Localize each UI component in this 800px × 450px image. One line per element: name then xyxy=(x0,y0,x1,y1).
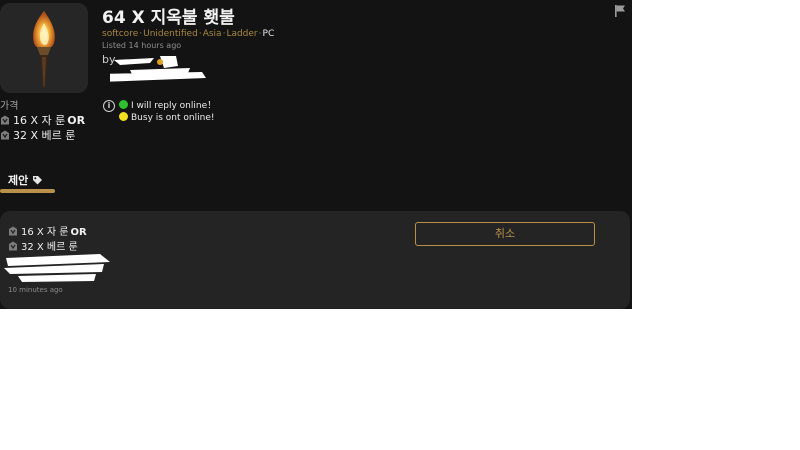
tab-offers-label: 제안 xyxy=(8,174,29,187)
tag-quality[interactable]: Unidentified xyxy=(143,29,198,39)
listing-title: 64 X 지옥불 횃불 xyxy=(102,8,235,28)
torch-item-image xyxy=(33,11,55,89)
rune-icon xyxy=(9,241,17,251)
flag-icon[interactable] xyxy=(613,4,627,18)
rune-icon xyxy=(1,130,9,140)
tag-ladder[interactable]: Ladder xyxy=(226,29,257,39)
tab-offers[interactable]: 제안 xyxy=(8,172,43,188)
price-tag-icon xyxy=(33,176,43,185)
offer-line: 32 X 베르 룬 xyxy=(8,238,78,253)
note-online-text: I will reply online！ xyxy=(131,101,217,111)
price-line: 32 X 베르 룬 xyxy=(0,127,75,143)
price-label: 가격 xyxy=(0,101,19,112)
note-online: I will reply online！ xyxy=(119,98,216,111)
listing-panel: 64 X 지옥불 횃불 softcore·Unidentified·Asia·L… xyxy=(0,0,632,309)
tag-mode[interactable]: softcore xyxy=(102,29,138,39)
seller-status-dot xyxy=(157,59,163,65)
tag-region[interactable]: Asia xyxy=(203,29,222,39)
item-thumbnail[interactable] xyxy=(0,3,88,93)
offer-line-text: 16 X 자 룬 xyxy=(21,227,69,238)
note-busy-text: Busy is ont online! xyxy=(131,113,215,123)
green-dot-icon xyxy=(119,100,128,109)
info-icon: i xyxy=(103,100,115,112)
listing-tags: softcore·Unidentified·Asia·Ladder·PC xyxy=(102,29,274,39)
offer-line: 16 X 자 룬 OR xyxy=(8,223,87,238)
yellow-dot-icon xyxy=(119,112,128,121)
price-line-text: 16 X 자 룬 xyxy=(13,114,66,127)
offer-user-redaction xyxy=(4,254,110,282)
offer-time: 10 minutes ago xyxy=(8,286,63,294)
price-line: 16 X 자 룬 OR xyxy=(0,112,85,128)
rune-icon xyxy=(1,115,9,125)
rune-icon xyxy=(9,226,17,236)
cancel-button[interactable]: 취소 xyxy=(415,222,595,246)
tag-platform[interactable]: PC xyxy=(263,29,275,39)
note-busy: Busy is ont online! xyxy=(119,112,214,123)
seller-name-redaction xyxy=(110,56,206,82)
listed-time: Listed 14 hours ago xyxy=(102,41,182,50)
tab-active-indicator xyxy=(0,189,55,193)
price-or-label: OR xyxy=(67,114,86,127)
price-line-text: 32 X 베르 룬 xyxy=(13,129,76,142)
offer-or-label: OR xyxy=(70,227,87,238)
